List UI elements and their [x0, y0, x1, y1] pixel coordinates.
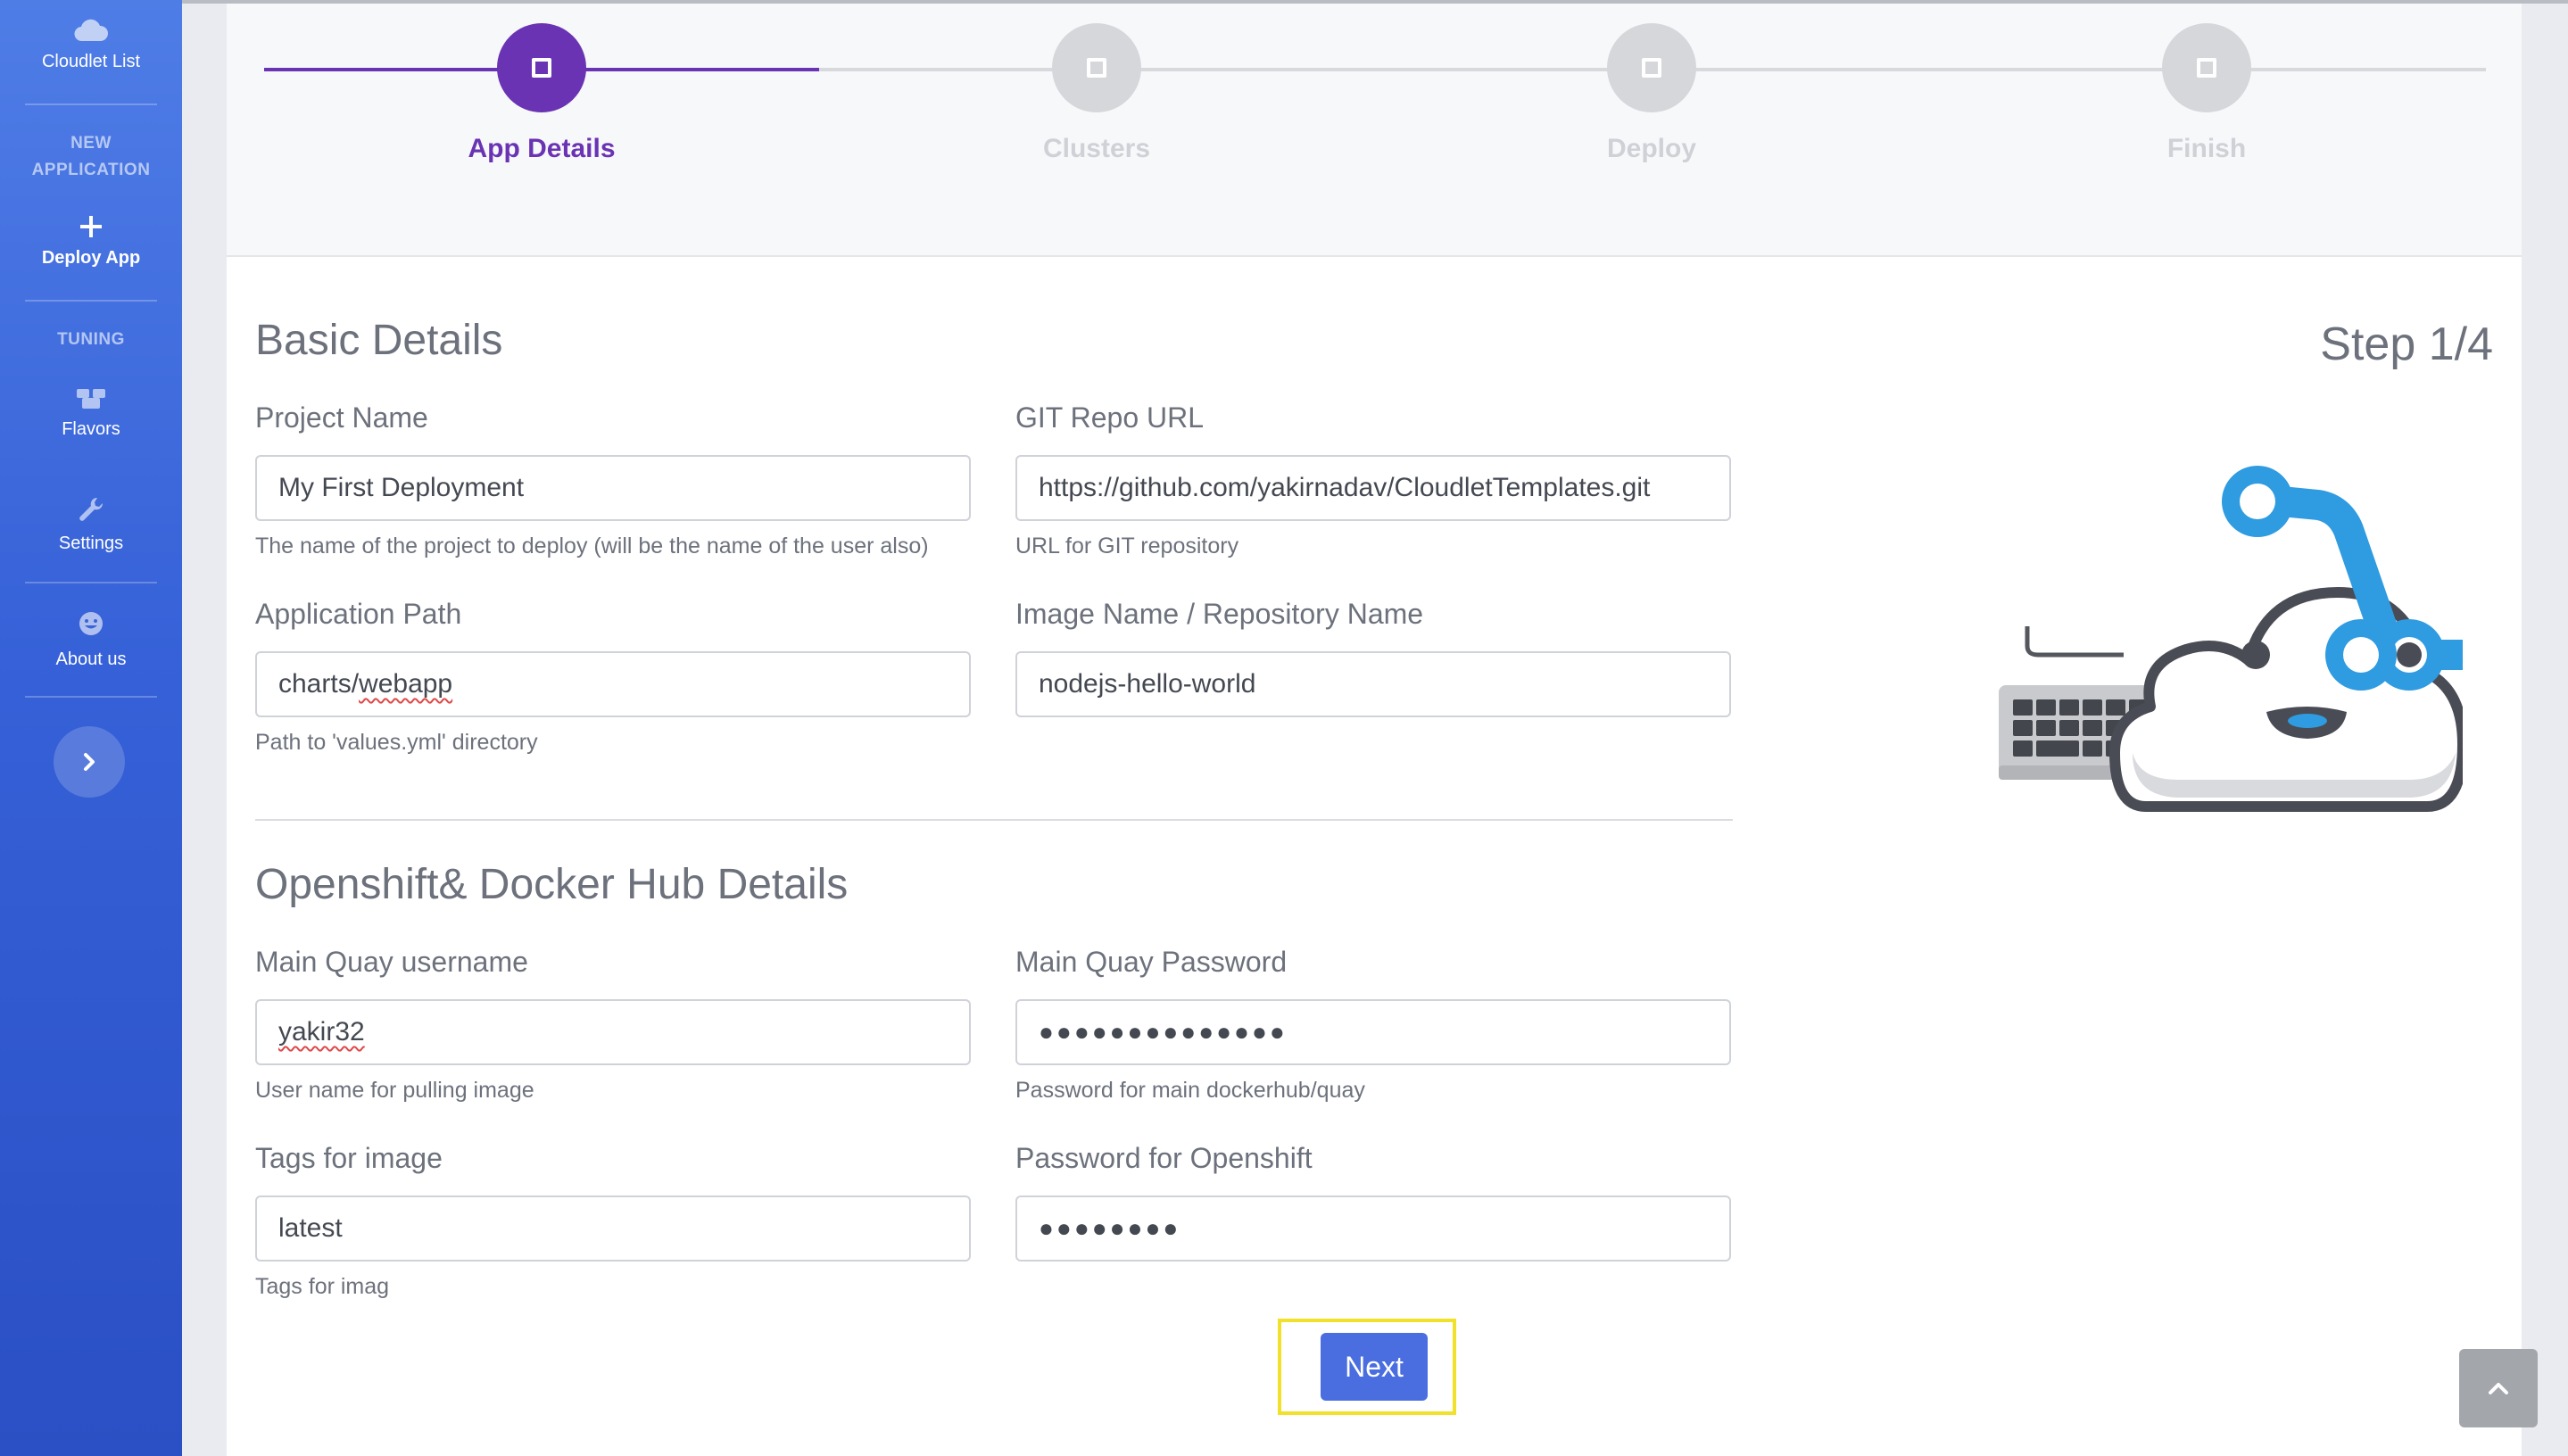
application-path-value: charts/: [278, 669, 360, 699]
project-name-help: The name of the project to deploy (will …: [255, 534, 929, 558]
step-clusters[interactable]: [1052, 23, 1141, 112]
tags-help: Tags for imag: [255, 1274, 390, 1299]
sidebar-item-cloudlet-list[interactable]: Cloudlet List: [0, 18, 182, 72]
openshift-docker-title: Openshift& Docker Hub Details: [255, 861, 849, 908]
git-repo-url-label: GIT Repo URL: [1015, 401, 1205, 434]
sidebar-label: Flavors: [62, 419, 120, 439]
plus-icon: [80, 216, 102, 237]
git-repo-url-help: URL for GIT repository: [1015, 534, 1239, 558]
sidebar-item-deploy-app[interactable]: Deploy App: [0, 214, 182, 269]
step-label-app-details: App Details: [468, 134, 616, 163]
tags-input[interactable]: latest: [255, 1195, 971, 1262]
application-path-help: Path to 'values.yml' directory: [255, 730, 538, 755]
sidebar-label: About us: [55, 649, 127, 669]
wrench-icon: [79, 497, 104, 521]
sidebar-label: Deploy App: [41, 248, 141, 268]
sidebar-divider: [25, 582, 157, 583]
sidebar-divider: [25, 696, 157, 698]
application-path-label: Application Path: [255, 598, 462, 630]
project-name-input[interactable]: My First Deployment: [255, 455, 971, 521]
quay-username-value: yakir32: [278, 1017, 365, 1046]
image-name-label: Image Name / Repository Name: [1015, 598, 1424, 630]
step-deploy[interactable]: [1607, 23, 1696, 112]
quay-password-help: Password for main dockerhub/quay: [1015, 1078, 1365, 1103]
section-heading: APPLICATION: [31, 161, 151, 179]
square-icon: [2197, 58, 2216, 78]
boxes-icon: [77, 389, 105, 409]
spellcheck-flagged-word: webapp: [359, 669, 453, 699]
wizard-stepper: App Details Clusters Deploy Finish: [227, 4, 2522, 257]
next-button[interactable]: Next: [1321, 1333, 1428, 1401]
square-icon: [1087, 58, 1106, 78]
tags-label: Tags for image: [255, 1142, 443, 1174]
sidebar-toggle-button[interactable]: [54, 726, 125, 798]
chevron-up-icon: [2489, 1383, 2508, 1394]
sidebar-divider: [25, 103, 157, 105]
sidebar-label: Cloudlet List: [41, 52, 141, 71]
section-heading: NEW: [70, 134, 112, 153]
quay-username-input[interactable]: yakir32: [255, 999, 971, 1065]
image-name-input[interactable]: nodejs-hello-world: [1015, 651, 1731, 717]
cloud-git-keyboard-illustration: [1999, 466, 2463, 812]
section-divider: [255, 819, 1733, 821]
step-label-deploy: Deploy: [1606, 134, 1697, 163]
sidebar-item-about-us[interactable]: About us: [0, 610, 182, 670]
sidebar-item-flavors[interactable]: Flavors: [0, 385, 182, 440]
quay-username-label: Main Quay username: [255, 946, 528, 978]
step-finish[interactable]: [2162, 23, 2251, 112]
openshift-password-input[interactable]: ●●●●●●●●: [1015, 1195, 1731, 1262]
cloud-icon: [74, 19, 109, 42]
step-label-clusters: Clusters: [1042, 134, 1151, 163]
square-icon: [1642, 58, 1661, 78]
sidebar-label: Settings: [58, 534, 124, 553]
step-app-details[interactable]: [497, 23, 586, 112]
smiley-icon: [79, 612, 103, 635]
quay-username-help: User name for pulling image: [255, 1078, 534, 1103]
scroll-to-top-button[interactable]: [2459, 1349, 2538, 1427]
step-counter: Step 1/4: [2320, 318, 2493, 370]
chevron-right-icon: [84, 753, 95, 771]
quay-password-input[interactable]: ●●●●●●●●●●●●●●: [1015, 999, 1731, 1065]
step-label-finish: Finish: [2166, 134, 2247, 163]
application-path-input[interactable]: charts/webapp: [255, 651, 971, 717]
square-icon: [532, 58, 551, 78]
sidebar-divider: [25, 300, 157, 302]
section-heading: TUNING: [57, 330, 125, 349]
sidebar-section-tuning: TUNING: [0, 327, 182, 353]
openshift-password-label: Password for Openshift: [1015, 1142, 1313, 1174]
quay-password-label: Main Quay Password: [1015, 946, 1288, 978]
project-name-label: Project Name: [255, 401, 428, 434]
sidebar-section-new-application: NEW APPLICATION: [0, 130, 182, 184]
basic-details-title: Basic Details: [255, 317, 503, 364]
sidebar: Cloudlet List NEW APPLICATION Deploy App…: [0, 0, 182, 1456]
sidebar-item-settings[interactable]: Settings: [0, 496, 182, 554]
deploy-wizard-card: App Details Clusters Deploy Finish Basic…: [227, 4, 2522, 1456]
git-repo-url-input[interactable]: https://github.com/yakirnadav/CloudletTe…: [1015, 455, 1731, 521]
